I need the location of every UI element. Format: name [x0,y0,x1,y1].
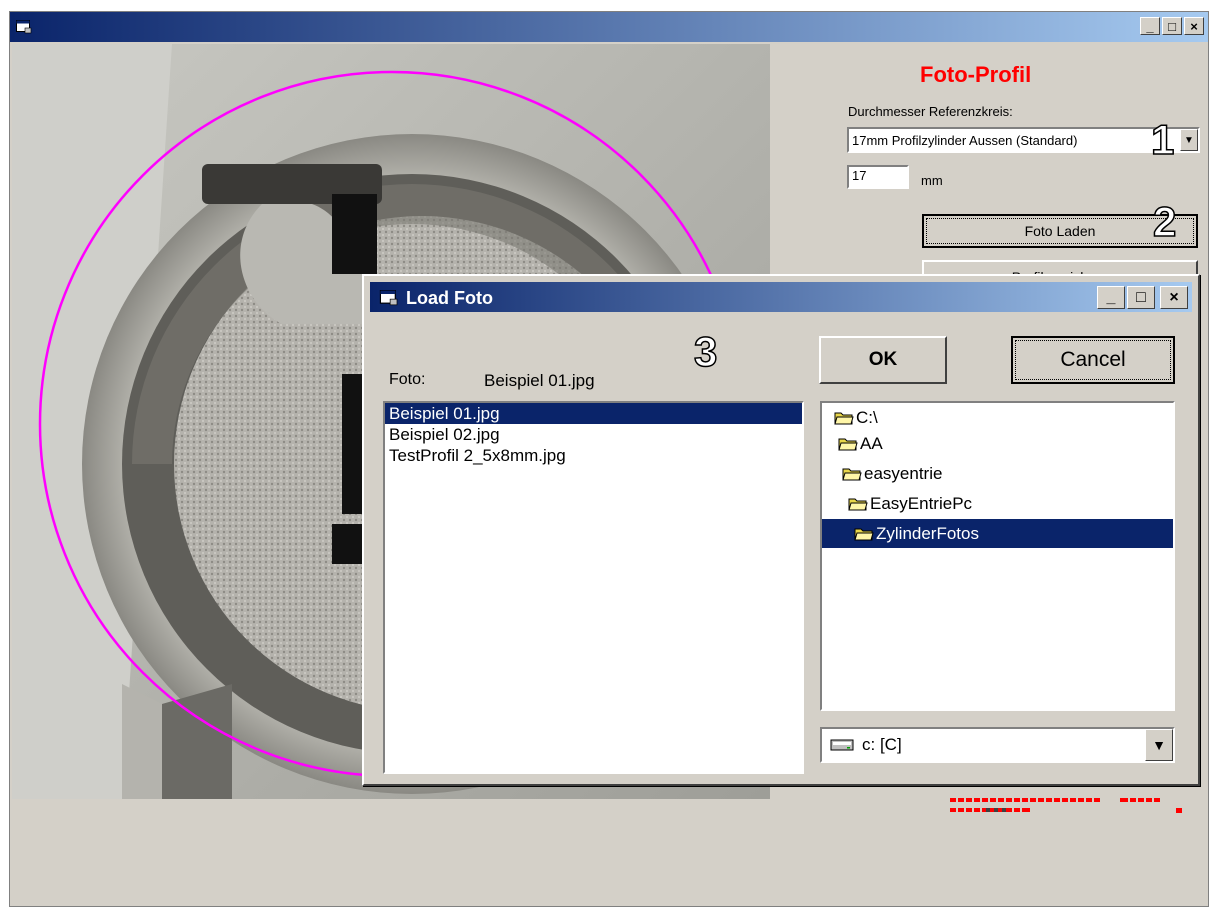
dialog-maximize-button[interactable]: □ [1127,286,1155,309]
file-list[interactable]: Beispiel 01.jpg Beispiel 02.jpg TestProf… [383,401,804,774]
close-button[interactable]: × [1184,17,1204,35]
diameter-select-value: 17mm Profilzylinder Aussen (Standard) [852,132,1078,148]
dialog-title: Load Foto [406,288,493,308]
panel-title: Foto-Profil [920,62,1032,87]
dialog-minimize-button[interactable]: _ [1097,286,1125,309]
unit-label: mm [921,173,943,188]
status-indicator [950,798,1182,813]
app-window-icon[interactable] [16,20,32,34]
dialog-close-button[interactable]: × [1160,286,1188,309]
drive-select-value: c: [C] [862,735,902,754]
dialog-title-bar[interactable]: Load Foto _ □ × [370,282,1192,312]
chevron-down-icon[interactable]: ▼ [1180,129,1198,151]
open-folder-icon [848,498,868,511]
file-list-item[interactable]: Beispiel 02.jpg [385,424,802,445]
open-folder-icon [854,528,874,540]
diameter-input[interactable]: 17 [847,165,909,189]
folder-item[interactable]: C:\ [822,407,1173,429]
callout-1: 1 [1150,115,1175,164]
open-folder-icon [842,468,862,481]
disk-drive-icon [830,739,854,751]
folder-item[interactable]: EasyEntriePc [822,489,1173,519]
folder-item[interactable]: easyentrie [822,459,1173,489]
load-foto-dialog: Load Foto _ □ × 3 Foto: Beispiel 01.jpg … [362,274,1200,786]
open-folder-icon [838,438,858,451]
file-list-item[interactable]: Beispiel 01.jpg [385,403,802,424]
open-folder-icon [834,412,854,425]
drive-select[interactable]: c: [C] ▼ [820,727,1175,763]
folder-item-selected[interactable]: ZylinderFotos [822,519,1173,548]
chevron-down-icon[interactable]: ▼ [1145,729,1173,761]
folder-tree[interactable]: C:\ AA easyentrie EasyEntriePc ZylinderF… [820,401,1175,711]
main-title-bar[interactable]: _ □ × [10,12,1208,42]
file-list-item[interactable]: TestProfil 2_5x8mm.jpg [385,445,802,466]
callout-2: 2 [1152,197,1177,246]
maximize-button[interactable]: □ [1162,17,1182,35]
diameter-label: Durchmesser Referenzkreis: [848,104,1013,119]
ok-button[interactable]: OK [819,336,947,384]
app-window-icon[interactable] [378,290,400,306]
foto-label: Foto: [389,371,426,388]
cancel-button[interactable]: Cancel [1011,336,1175,384]
folder-item[interactable]: AA [822,429,1173,459]
callout-3: 3 [693,327,718,376]
minimize-button[interactable]: _ [1140,17,1160,35]
foto-value: Beispiel 01.jpg [484,371,595,390]
diameter-select[interactable]: 17mm Profilzylinder Aussen (Standard) ▼ [847,127,1200,153]
